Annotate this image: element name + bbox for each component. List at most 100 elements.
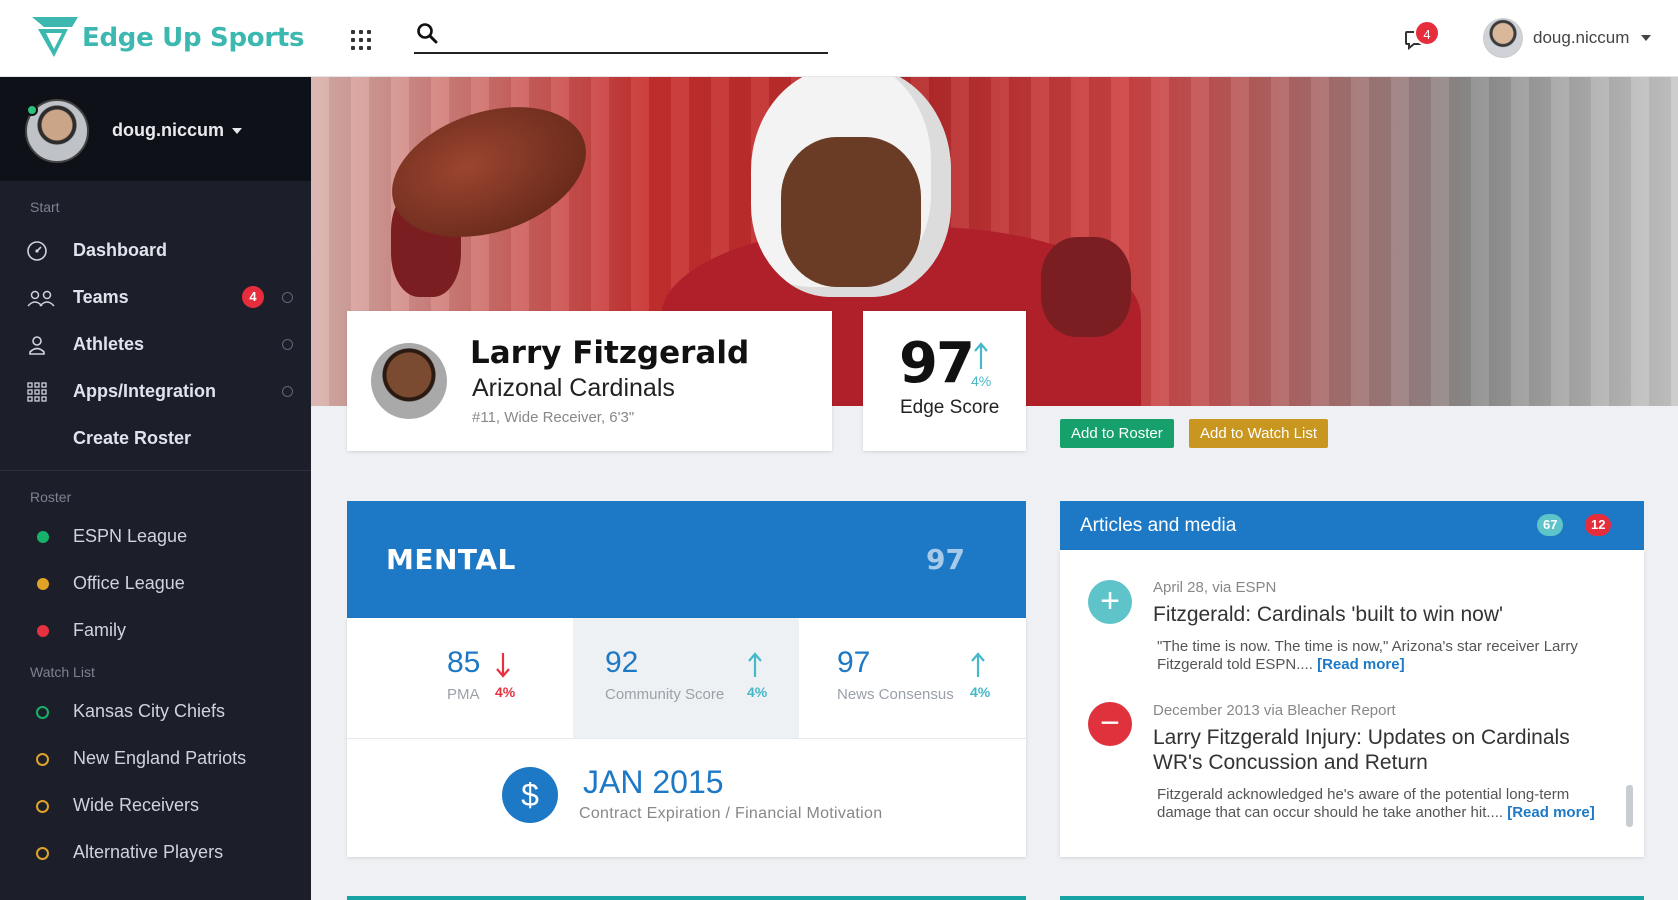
metric-label: PMA	[447, 686, 480, 703]
dollar-icon: $	[502, 767, 558, 823]
apps-icon	[27, 382, 47, 402]
brand-name: Edge Up Sports	[82, 23, 305, 53]
minus-icon[interactable]: −	[1088, 702, 1132, 746]
divider	[347, 738, 1026, 739]
sidebar-item-label: Apps/Integration	[73, 381, 216, 401]
read-more-link[interactable]: [Read more]	[1317, 656, 1405, 673]
section-label-start: Start	[30, 199, 60, 215]
sidebar-item-label: Wide Receivers	[73, 795, 200, 815]
status-ring-icon	[36, 800, 49, 813]
sidebar-item-family[interactable]: Family	[0, 607, 311, 654]
article-source: April 28, via ESPN	[1153, 579, 1277, 596]
search-icon[interactable]	[416, 22, 438, 44]
section-label-watch-list: Watch List	[30, 664, 95, 680]
sidebar-item-new-england-patriots[interactable]: New England Patriots	[0, 735, 311, 782]
contract-description: Contract Expiration / Financial Motivati…	[579, 805, 883, 822]
plus-icon[interactable]: +	[1088, 580, 1132, 624]
article-headline[interactable]: Fitzgerald: Cardinals 'built to win now'	[1153, 602, 1623, 627]
metric-label: News Consensus	[837, 686, 954, 703]
mental-header: MENTAL 97	[347, 501, 1026, 618]
chevron-down-icon	[232, 128, 242, 135]
metric-news-consensus: 97 News Consensus 4%	[799, 618, 1025, 738]
metric-community-score: 92 Community Score 4%	[573, 618, 799, 738]
metric-label: Community Score	[605, 686, 725, 703]
player-card: Larry Fitzgerald Arizonal Cardinals #11,…	[347, 311, 832, 451]
sidebar-user[interactable]: doug.niccum	[0, 77, 311, 181]
online-status-icon	[26, 104, 38, 116]
arrow-up-icon	[974, 342, 988, 369]
status-ring-icon	[282, 339, 293, 350]
arrow-up-icon	[748, 652, 762, 677]
read-more-link[interactable]: [Read more]	[1507, 804, 1595, 821]
sidebar-item-alternative-players[interactable]: Alternative Players	[0, 829, 311, 876]
player-name: Larry Fitzgerald	[470, 335, 750, 371]
status-ring-icon	[36, 706, 49, 719]
status-ring-icon	[36, 753, 49, 766]
logo-mark-icon	[32, 17, 78, 57]
metric-value: 97	[837, 646, 871, 679]
sidebar-item-label: Dashboard	[73, 240, 168, 260]
brand-logo[interactable]: Edge Up Sports	[32, 17, 304, 59]
sidebar-item-teams[interactable]: Teams 4	[0, 274, 311, 321]
sidebar-item-label: Athletes	[73, 334, 145, 354]
sidebar-item-kansas-city-chiefs[interactable]: Kansas City Chiefs	[0, 688, 311, 735]
edge-score-label: Edge Score	[900, 397, 1000, 418]
player-team: Arizonal Cardinals	[472, 374, 675, 402]
status-dot-icon	[37, 625, 49, 637]
status-dot-icon	[37, 531, 49, 543]
article-headline[interactable]: Larry Fitzgerald Injury: Updates on Card…	[1153, 725, 1623, 775]
status-ring-icon	[282, 386, 293, 397]
contract-date: JAN 2015	[583, 764, 724, 800]
arrow-down-icon	[496, 653, 510, 678]
top-bar: Edge Up Sports 4 doug.niccum	[0, 0, 1678, 77]
edge-score-card: 97 4% Edge Score	[863, 311, 1026, 451]
sidebar-item-label: Family	[73, 620, 126, 640]
arrow-up-icon	[971, 652, 985, 677]
avatar	[1483, 18, 1523, 58]
articles-alert-badge: 12	[1585, 514, 1612, 536]
metric-change: 4%	[970, 684, 991, 700]
sidebar-item-create-roster[interactable]: Create Roster	[0, 415, 311, 462]
app-launcher-icon[interactable]	[351, 30, 371, 50]
search-input[interactable]	[448, 22, 818, 48]
divider	[0, 470, 311, 471]
sidebar-item-dashboard[interactable]: Dashboard	[0, 227, 311, 274]
mental-panel: 85 PMA 4% 92 Community Score 4% 97 News …	[347, 618, 1026, 857]
sidebar-item-label: Alternative Players	[73, 842, 224, 862]
next-panel-edge	[347, 896, 1026, 900]
metric-pma: 85 PMA 4%	[347, 618, 573, 738]
sidebar-item-athletes[interactable]: Athletes	[0, 321, 311, 368]
sidebar-item-apps[interactable]: Apps/Integration	[0, 368, 311, 415]
user-menu[interactable]: doug.niccum	[1483, 18, 1652, 58]
sidebar-item-label: Kansas City Chiefs	[73, 701, 226, 721]
articles-title: Articles and media	[1080, 515, 1237, 536]
player-avatar	[371, 343, 447, 419]
article-source: December 2013 via Bleacher Report	[1153, 702, 1396, 719]
metric-change: 4%	[747, 684, 768, 700]
sidebar-item-office-league[interactable]: Office League	[0, 560, 311, 607]
sidebar-item-wide-receivers[interactable]: Wide Receivers	[0, 782, 311, 829]
sidebar-item-label: Create Roster	[73, 428, 192, 448]
user-name: doug.niccum	[112, 120, 224, 140]
sidebar-item-label: Office League	[73, 573, 185, 593]
edge-score-change: 4%	[971, 373, 992, 389]
status-ring-icon	[36, 847, 49, 860]
add-to-watch-list-button[interactable]: Add to Watch List	[1189, 419, 1328, 448]
sidebar: doug.niccum Start Dashboard Teams 4 Athl…	[0, 77, 311, 900]
article-excerpt: Fitzgerald acknowledged he's aware of th…	[1157, 786, 1617, 822]
teams-icon	[27, 290, 55, 307]
mental-score: 97	[926, 543, 965, 576]
add-to-roster-button[interactable]: Add to Roster	[1060, 419, 1174, 448]
chevron-down-icon	[1641, 35, 1652, 41]
dashboard-icon	[27, 241, 47, 261]
metric-value: 92	[605, 646, 639, 679]
sidebar-item-espn-league[interactable]: ESPN League	[0, 513, 311, 560]
section-label-roster: Roster	[30, 489, 72, 505]
notification-badge: 4	[1414, 20, 1440, 46]
player-meta: #11, Wide Receiver, 6'3"	[472, 409, 635, 426]
articles-header: Articles and media 67 12	[1060, 501, 1644, 550]
scrollbar[interactable]	[1626, 785, 1633, 827]
mental-title: MENTAL	[386, 543, 516, 576]
sidebar-user-menu[interactable]: doug.niccum	[112, 120, 242, 141]
metric-change: 4%	[495, 684, 516, 700]
